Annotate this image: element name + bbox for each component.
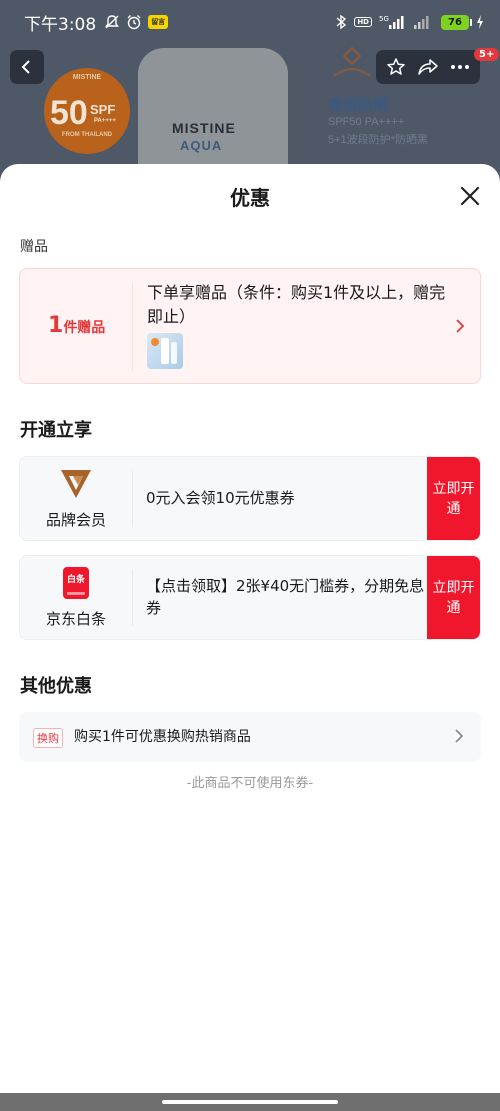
share-icon	[418, 59, 438, 75]
chevron-left-icon	[21, 60, 30, 74]
signal-5g-icon: 5G	[379, 15, 404, 29]
cart-count-badge: 5+	[474, 48, 500, 61]
badge-spf: SPF	[90, 102, 116, 117]
baitiao-name: 京东白条	[45, 610, 106, 628]
notification-badge: 留言	[148, 15, 169, 29]
battery-icon: 76	[441, 14, 472, 30]
navigation-bar	[0, 1093, 500, 1111]
baitiao-offer: 【点击领取】2张¥40无门槛券，分期免息券	[146, 577, 425, 617]
gift-product-thumbnail[interactable]	[147, 333, 183, 369]
coupon-footnote: -此商品不可使用东券-	[186, 776, 314, 791]
sheet-title: 优惠	[230, 186, 270, 210]
baitiao-logo: 白条 京东白条	[20, 556, 132, 639]
brand-member-card[interactable]: 品牌会员 0元入会领10元优惠券 立即开通	[19, 456, 481, 541]
baitiao-open-button[interactable]: 立即开通	[427, 556, 480, 639]
divider	[132, 471, 133, 527]
chevron-right-icon	[456, 319, 465, 333]
charging-icon	[477, 15, 483, 29]
signal-icon	[414, 16, 429, 29]
gift-card[interactable]: 1件赠品 下单享赠品（条件：购买1件及以上，赠完即止）	[19, 268, 481, 384]
close-icon	[460, 186, 480, 206]
mute-bell-icon	[105, 15, 120, 29]
badge-pa: PA++++	[94, 118, 116, 124]
badge-number: 50	[50, 94, 88, 132]
exchange-offer-row[interactable]: 换购 购买1件可优惠换购热销商品	[19, 712, 481, 762]
gift-count-number: 1	[48, 313, 64, 338]
gift-count: 1件赠品	[48, 313, 105, 338]
spf-badge: MISTINE 50 SPF PA++++ FROM THAILAND	[44, 68, 130, 154]
discount-sheet: 优惠 赠品 1件赠品 下单享赠品（条件：购买1件及以上，赠完即止） 开通立享 品…	[0, 164, 500, 1111]
bottle-sub-text: AQUA	[180, 138, 223, 153]
divider	[132, 283, 133, 371]
gift-section-label: 赠品	[20, 239, 48, 255]
more-button[interactable]	[445, 52, 475, 82]
exchange-offer-text: 购买1件可优惠换购热销商品	[74, 729, 251, 745]
close-button[interactable]	[454, 180, 486, 212]
top-actions	[376, 50, 480, 84]
other-section-title: 其他优惠	[20, 676, 92, 697]
hd-icon: HD	[354, 17, 372, 27]
alarm-icon	[127, 15, 141, 30]
brand-logo-icon	[333, 46, 371, 77]
product-spf-line: SPF50 PA++++	[328, 116, 405, 128]
open-section-title: 开通立享	[20, 420, 92, 441]
baitiao-card[interactable]: 白条 京东白条 【点击领取】2张¥40无门槛券，分期免息券 立即开通	[19, 555, 481, 640]
status-bar: 下午3:08 留言 HD 5G 76	[0, 0, 500, 44]
badge-origin: FROM THAILAND	[62, 132, 112, 138]
favorite-button[interactable]	[381, 52, 411, 82]
share-button[interactable]	[413, 52, 443, 82]
star-icon	[387, 58, 405, 75]
product-headline: 高倍防晒	[328, 97, 389, 114]
brand-member-logo: 品牌会员	[20, 457, 132, 540]
back-button[interactable]	[10, 50, 44, 84]
more-dots-icon	[451, 65, 469, 69]
bottle-brand-text: MISTINE	[172, 120, 236, 136]
gift-description: 下单享赠品（条件：购买1件及以上，赠完即止）	[147, 283, 446, 326]
baitiao-icon: 白条	[63, 567, 89, 599]
product-feature-line: 5+1波段防护*防晒黑	[328, 134, 428, 146]
brand-member-name: 品牌会员	[45, 511, 106, 529]
divider	[132, 570, 133, 626]
exchange-tag: 换购	[33, 728, 63, 748]
home-indicator[interactable]	[162, 1100, 338, 1104]
badge-brand: MISTINE	[72, 74, 102, 81]
chevron-right-icon	[455, 729, 464, 743]
svg-text:5G: 5G	[379, 15, 389, 23]
brand-member-open-button[interactable]: 立即开通	[427, 457, 480, 540]
brand-member-v-icon	[61, 470, 91, 498]
bluetooth-icon	[336, 14, 347, 30]
brand-member-offer: 0元入会领10元优惠券	[146, 489, 295, 507]
gift-count-unit: 件赠品	[63, 320, 106, 336]
status-time: 下午3:08	[24, 14, 97, 35]
